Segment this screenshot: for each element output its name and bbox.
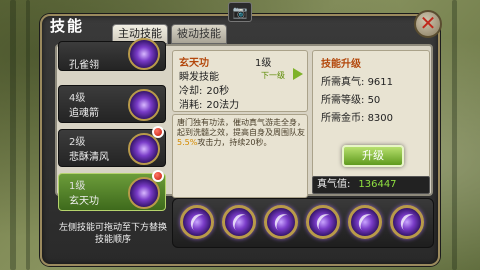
cost-label: 消耗: [179,100,203,111]
skill-level: 4级 [69,93,86,104]
skill-slot-icon[interactable] [180,205,214,239]
upgrade-button[interactable]: 升级 [342,145,404,167]
bamboo-stalk [10,0,16,270]
zhenqi-label: 真气值: [317,179,351,190]
skill-row[interactable]: 孔雀翎 [58,38,166,71]
skill-slot-icon[interactable] [390,205,424,239]
skill-level: 2级 [69,137,86,148]
skill-row-selected[interactable]: 1级 玄天功 [58,173,166,211]
skill-slot-icon[interactable] [264,205,298,239]
skill-info-box: 玄天功 1级 瞬发技能 下一级 冷却: 20秒 消耗: 20法力 [172,50,308,112]
skill-row[interactable]: 2级 悲酥清风 [58,129,166,167]
skill-slot-icon[interactable] [348,205,382,239]
required-gold-row: 所需金币: 8300 [321,109,393,124]
skill-orb-icon [128,133,160,165]
notification-dot [152,126,164,138]
detail-skill-name: 玄天功 [179,58,209,69]
panel-title: 技能 [50,17,85,35]
skill-level: 1级 [69,181,86,192]
bamboo-stalk [26,0,30,270]
close-icon: ✕ [419,11,437,35]
skill-slot-icon[interactable] [222,205,256,239]
notification-dot [152,170,164,182]
skill-orb-icon [128,177,160,209]
detail-skill-level: 1级 [255,58,272,69]
upgrade-title: 技能升级 [321,59,361,70]
cost-row: 消耗: 20法力 [179,96,239,111]
drag-hint: 左侧技能可拖动至下方替换技能顺序 [58,223,167,245]
desc-text: 唐门独有功法，催动真气游走全身，起到洗髓之效，提高自身及周围队友 [177,118,305,137]
camera-icon[interactable]: 📷 [228,2,252,22]
skill-slot-icon[interactable] [306,205,340,239]
skill-description: 唐门独有功法，催动真气游走全身，起到洗髓之效，提高自身及周围队友5.5%攻击力，… [177,118,305,148]
skill-name: 追魂箭 [69,108,99,119]
skill-list: 孔雀翎 4级 追魂箭 2级 悲酥清风 1级 玄天功 [58,38,168,211]
skill-orb-icon [128,38,160,70]
detail-skill-type: 瞬发技能 [179,72,219,83]
required-level-value: 50 [367,95,381,106]
desc-highlight: 5.5% [177,138,198,147]
skill-row[interactable]: 4级 追魂箭 [58,85,166,123]
close-button[interactable]: ✕ [414,10,442,38]
skill-name: 悲酥清风 [69,152,109,163]
required-level-label: 所需等级: [321,95,365,106]
skill-orb-icon [128,89,160,121]
skill-name: 玄天功 [69,196,99,207]
next-level-label[interactable]: 下一级 [261,70,285,81]
zhenqi-bar: 真气值: 136447 [312,176,430,194]
bamboo-stalk [452,0,457,270]
skill-detail: 玄天功 1级 瞬发技能 下一级 冷却: 20秒 消耗: 20法力 唐门独有功法，催动… [172,50,308,198]
zhenqi-value: 136447 [358,179,397,190]
required-qi-row: 所需真气: 9611 [321,73,393,88]
required-gold-label: 所需金币: [321,113,365,124]
skill-name: 孔雀翎 [69,60,99,71]
tab-passive-skills[interactable]: 被动技能 [171,24,227,44]
required-gold-value: 8300 [367,113,394,124]
desc-text-end: 攻击力，持续20秒。 [197,138,272,147]
cooldown-row: 冷却: 20秒 [179,82,229,97]
required-qi-value: 9611 [367,77,394,88]
cost-value: 20法力 [206,100,240,111]
required-level-row: 所需等级: 50 [321,91,380,106]
next-level-arrow-icon[interactable] [293,68,303,80]
required-qi-label: 所需真气: [321,77,365,88]
skill-description-box: 唐门独有功法，催动真气游走全身，起到洗髓之效，提高自身及周围队友5.5%攻击力，… [172,114,308,198]
